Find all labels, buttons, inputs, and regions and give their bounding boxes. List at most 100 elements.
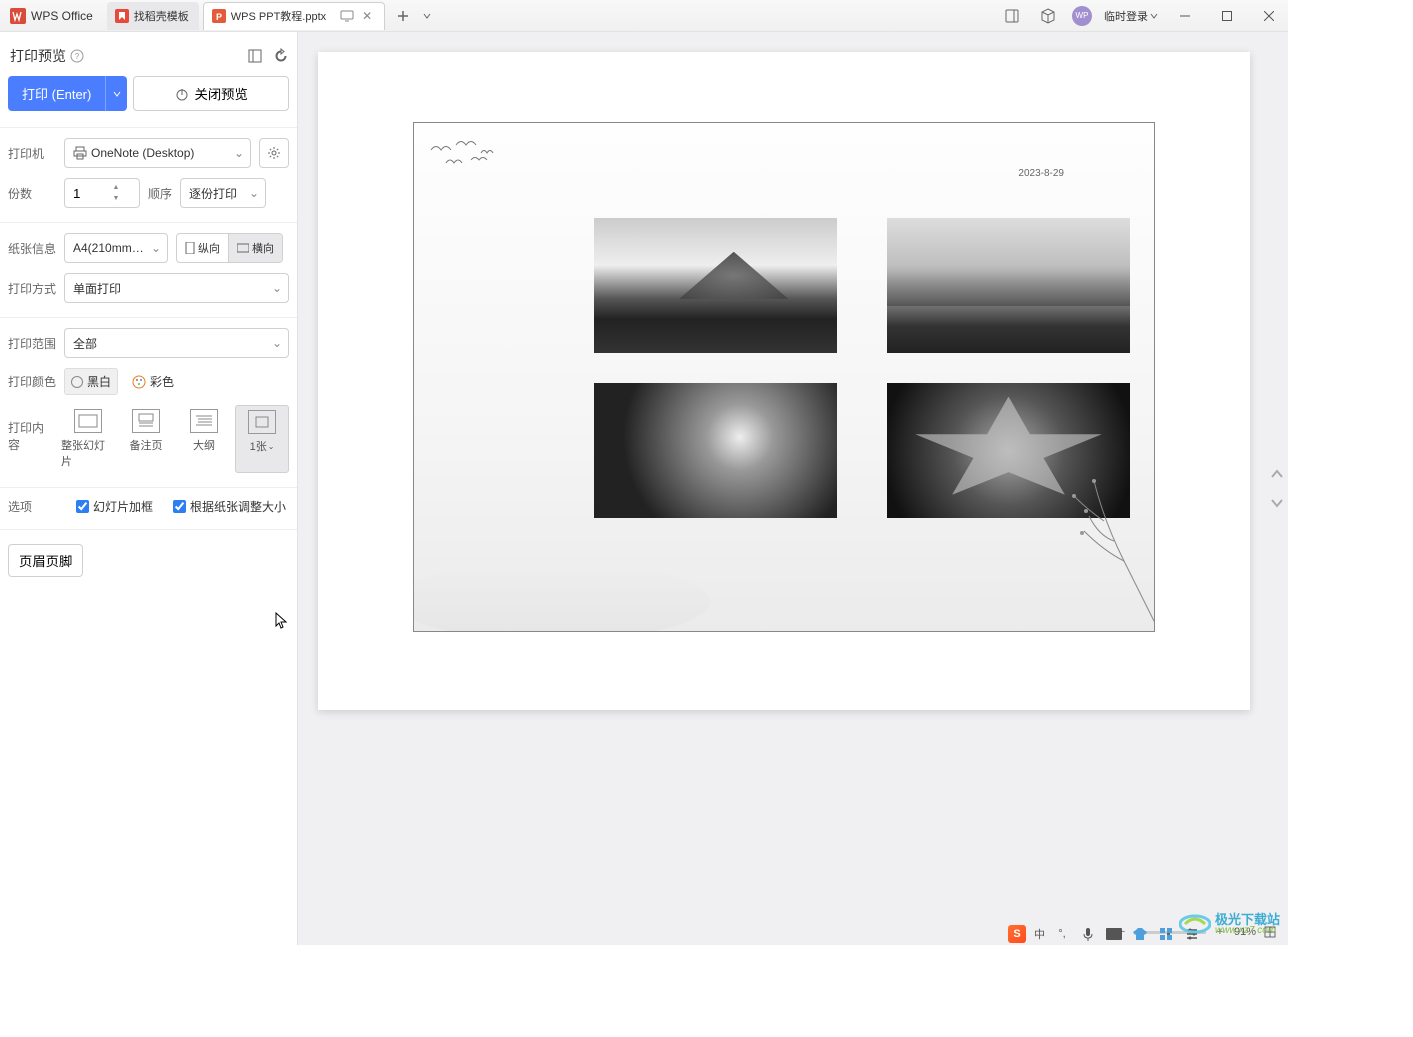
slide-image-mountain: [594, 218, 837, 353]
watermark: 极光下载站 www.xz7.com: [1179, 911, 1280, 937]
ime-keyboard-icon[interactable]: [1105, 925, 1123, 943]
chevron-down-icon: ⌄: [272, 281, 282, 295]
notes-icon: [132, 409, 160, 433]
printer-select[interactable]: OneNote (Desktop) ⌄: [64, 138, 251, 168]
new-tab-dropdown[interactable]: [417, 6, 437, 26]
chevron-down-icon: ⌄: [268, 442, 275, 451]
orientation-portrait[interactable]: 纵向: [177, 234, 228, 262]
printer-settings-button[interactable]: [259, 138, 289, 168]
header-footer-button[interactable]: 页眉页脚: [8, 544, 83, 577]
gear-icon: [267, 146, 281, 160]
chevron-down-icon: ⌄: [249, 186, 259, 200]
minimize-button[interactable]: [1170, 2, 1200, 30]
branch-decoration: [1004, 441, 1155, 632]
palette-icon: [132, 375, 146, 389]
birds-decoration: [426, 135, 516, 175]
svg-text:P: P: [216, 12, 222, 22]
spinner-up[interactable]: ▲: [109, 182, 123, 193]
ime-toolbox-icon[interactable]: [1157, 925, 1175, 943]
full-slide-icon: [74, 409, 102, 433]
color-bw-option[interactable]: 黑白: [64, 368, 118, 395]
content-label: 打印内容: [8, 405, 53, 453]
cloud-decoration: [413, 561, 710, 632]
ime-bar: S 中 °,: [1008, 925, 1201, 943]
duplex-label: 打印方式: [8, 280, 56, 297]
chevron-down-icon: ⌄: [272, 336, 282, 350]
ime-voice-icon[interactable]: [1079, 925, 1097, 943]
paper-size-select[interactable]: A4(210mmx... ⌄: [64, 233, 168, 263]
help-icon[interactable]: ?: [70, 49, 84, 63]
options-label: 选项: [8, 498, 56, 515]
close-preview-button[interactable]: 关闭预览: [133, 76, 289, 111]
chevron-down-icon: ⌄: [151, 241, 161, 255]
dock-panel-icon[interactable]: [247, 48, 263, 64]
option-scale-checkbox[interactable]: 根据纸张调整大小: [173, 498, 286, 515]
collate-select[interactable]: 逐份打印 ⌄: [180, 178, 266, 208]
close-window-button[interactable]: [1254, 2, 1284, 30]
tab-label: 找稻壳模板: [134, 8, 189, 24]
tab-file-active[interactable]: P WPS PPT教程.pptx ✕: [203, 2, 385, 30]
print-dropdown-button[interactable]: [105, 76, 127, 111]
slide-image-leaves: [594, 383, 837, 518]
svg-text:?: ?: [75, 52, 80, 61]
collate-label: 顺序: [148, 185, 172, 202]
print-sidebar: 打印预览 ? 打印 (Enter) 关闭预览 打印机 OneNot: [0, 32, 298, 945]
watermark-brand: 极光下载站: [1215, 913, 1280, 926]
slide-image-forest-lake: [887, 218, 1130, 353]
color-color-option[interactable]: 彩色: [126, 369, 180, 394]
wps-logo-icon: [10, 8, 26, 24]
scroll-indicators: [1268, 466, 1286, 512]
content-notes[interactable]: 备注页: [119, 405, 173, 473]
new-tab-button[interactable]: [393, 6, 413, 26]
sogou-ime-icon[interactable]: S: [1008, 925, 1026, 943]
outline-icon: [190, 409, 218, 433]
landscape-icon: [237, 243, 249, 253]
login-status[interactable]: 临时登录: [1104, 8, 1158, 24]
sidebar-toggle-icon[interactable]: [1000, 4, 1024, 28]
option-frame-checkbox[interactable]: 幻灯片加框: [76, 498, 153, 515]
printer-icon: [73, 146, 87, 160]
present-icon[interactable]: [339, 8, 355, 24]
portrait-icon: [185, 242, 195, 254]
cube-icon[interactable]: [1036, 4, 1060, 28]
chevron-down-icon: ⌄: [234, 146, 244, 160]
slide-frame: 2023-8-29: [413, 122, 1155, 632]
circle-icon: [71, 376, 83, 388]
ime-skin-icon[interactable]: [1131, 925, 1149, 943]
orientation-landscape[interactable]: 横向: [228, 234, 282, 262]
printer-label: 打印机: [8, 145, 56, 162]
close-tab-icon[interactable]: ✕: [360, 9, 374, 23]
ime-lang[interactable]: 中: [1034, 926, 1045, 942]
range-select[interactable]: 全部 ⌄: [64, 328, 289, 358]
copies-label: 份数: [8, 185, 56, 202]
print-content-options: 整张幻灯片 备注页 大纲 1张⌄: [61, 405, 289, 473]
ppt-file-icon: P: [212, 9, 226, 23]
scroll-up-icon[interactable]: [1268, 466, 1286, 484]
sidebar-title: 打印预览: [10, 46, 66, 66]
copies-input[interactable]: [65, 186, 109, 201]
copies-spinner[interactable]: ▲ ▼: [64, 178, 140, 208]
power-icon: [175, 87, 189, 101]
ime-punct-icon[interactable]: °,: [1053, 925, 1071, 943]
main-area: 打印预览 ? 打印 (Enter) 关闭预览 打印机 OneNot: [0, 32, 1288, 945]
content-outline[interactable]: 大纲: [177, 405, 231, 473]
tab-docer-templates[interactable]: 找稻壳模板: [107, 2, 199, 30]
content-full-slide[interactable]: 整张幻灯片: [61, 405, 115, 473]
scroll-down-icon[interactable]: [1268, 494, 1286, 512]
print-split-button: 打印 (Enter): [8, 76, 127, 111]
docer-icon: [115, 9, 129, 23]
refresh-icon[interactable]: [273, 48, 289, 64]
app-home-tab[interactable]: WPS Office: [0, 0, 103, 31]
handout-icon: [248, 410, 276, 434]
maximize-button[interactable]: [1212, 2, 1242, 30]
content-handout[interactable]: 1张⌄: [235, 405, 289, 473]
app-name: WPS Office: [31, 9, 93, 23]
spinner-down[interactable]: ▼: [109, 193, 123, 204]
user-avatar[interactable]: WP: [1072, 6, 1092, 26]
duplex-select[interactable]: 单面打印 ⌄: [64, 273, 289, 303]
orientation-toggle: 纵向 横向: [176, 233, 283, 263]
print-button[interactable]: 打印 (Enter): [8, 76, 105, 111]
title-right-controls: WP 临时登录: [1000, 2, 1288, 30]
tab-label: WPS PPT教程.pptx: [231, 8, 326, 24]
paper-label: 纸张信息: [8, 240, 56, 257]
